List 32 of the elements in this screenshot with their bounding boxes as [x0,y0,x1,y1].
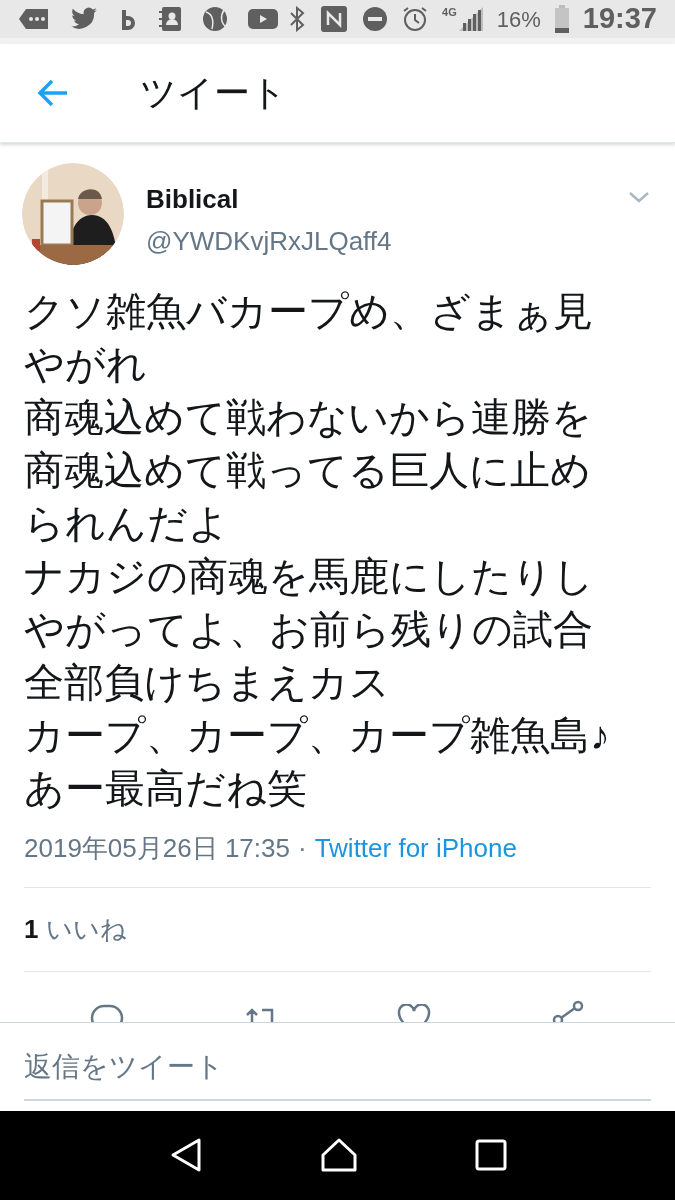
ball-icon [202,6,228,32]
network-type: 4G [442,7,457,18]
play-icon [248,8,278,30]
home-icon[interactable] [319,1137,358,1174]
header-title: ツイート [140,71,287,116]
back-arrow-icon [37,79,69,108]
recent-apps-icon[interactable] [474,1139,507,1172]
nfc-icon [320,5,349,33]
tweet-text: 商魂込めて戦わないから連勝を商魂込めて戦ってる巨人に止められんだよ [24,394,593,548]
reply-field[interactable]: 返信をツイート [24,1034,651,1101]
tweet-text: カープ、カープ、カープ雑魚島♪ [24,712,611,760]
more-tag-icon [18,8,50,30]
user-handle: @YWDKvjRxJLQaff4 [146,225,393,259]
do-not-disturb-icon [362,6,389,32]
contacts-icon [158,6,182,32]
clock-time: 19:37 [582,1,657,37]
share-icon[interactable] [551,1000,586,1022]
bluetooth-icon [288,6,307,32]
tweet-text: ナカジの商魂を馬鹿にしたりしやがってよ、お前ら残りの試合全部負けちまえカス [24,553,595,707]
battery-icon [554,5,569,33]
bird-icon [70,7,98,31]
battery-percent: 16% [496,5,541,34]
likes-count: 1 [24,913,39,947]
source-link[interactable]: Twitter for iPhone [314,823,517,874]
user-name: Biblical [146,183,240,217]
separator-dot: · [297,832,307,866]
likes-label: いいね [46,913,128,947]
alarm-icon [402,6,429,32]
tweet-text: クソ雑魚バカープめ、ざまぁ見やがれ [24,288,594,389]
tweet-text: あー最高だね笑 [24,765,308,813]
chevron-down-icon [628,191,650,204]
tweet-date: 2019年05月26日 17:35 [24,832,290,866]
